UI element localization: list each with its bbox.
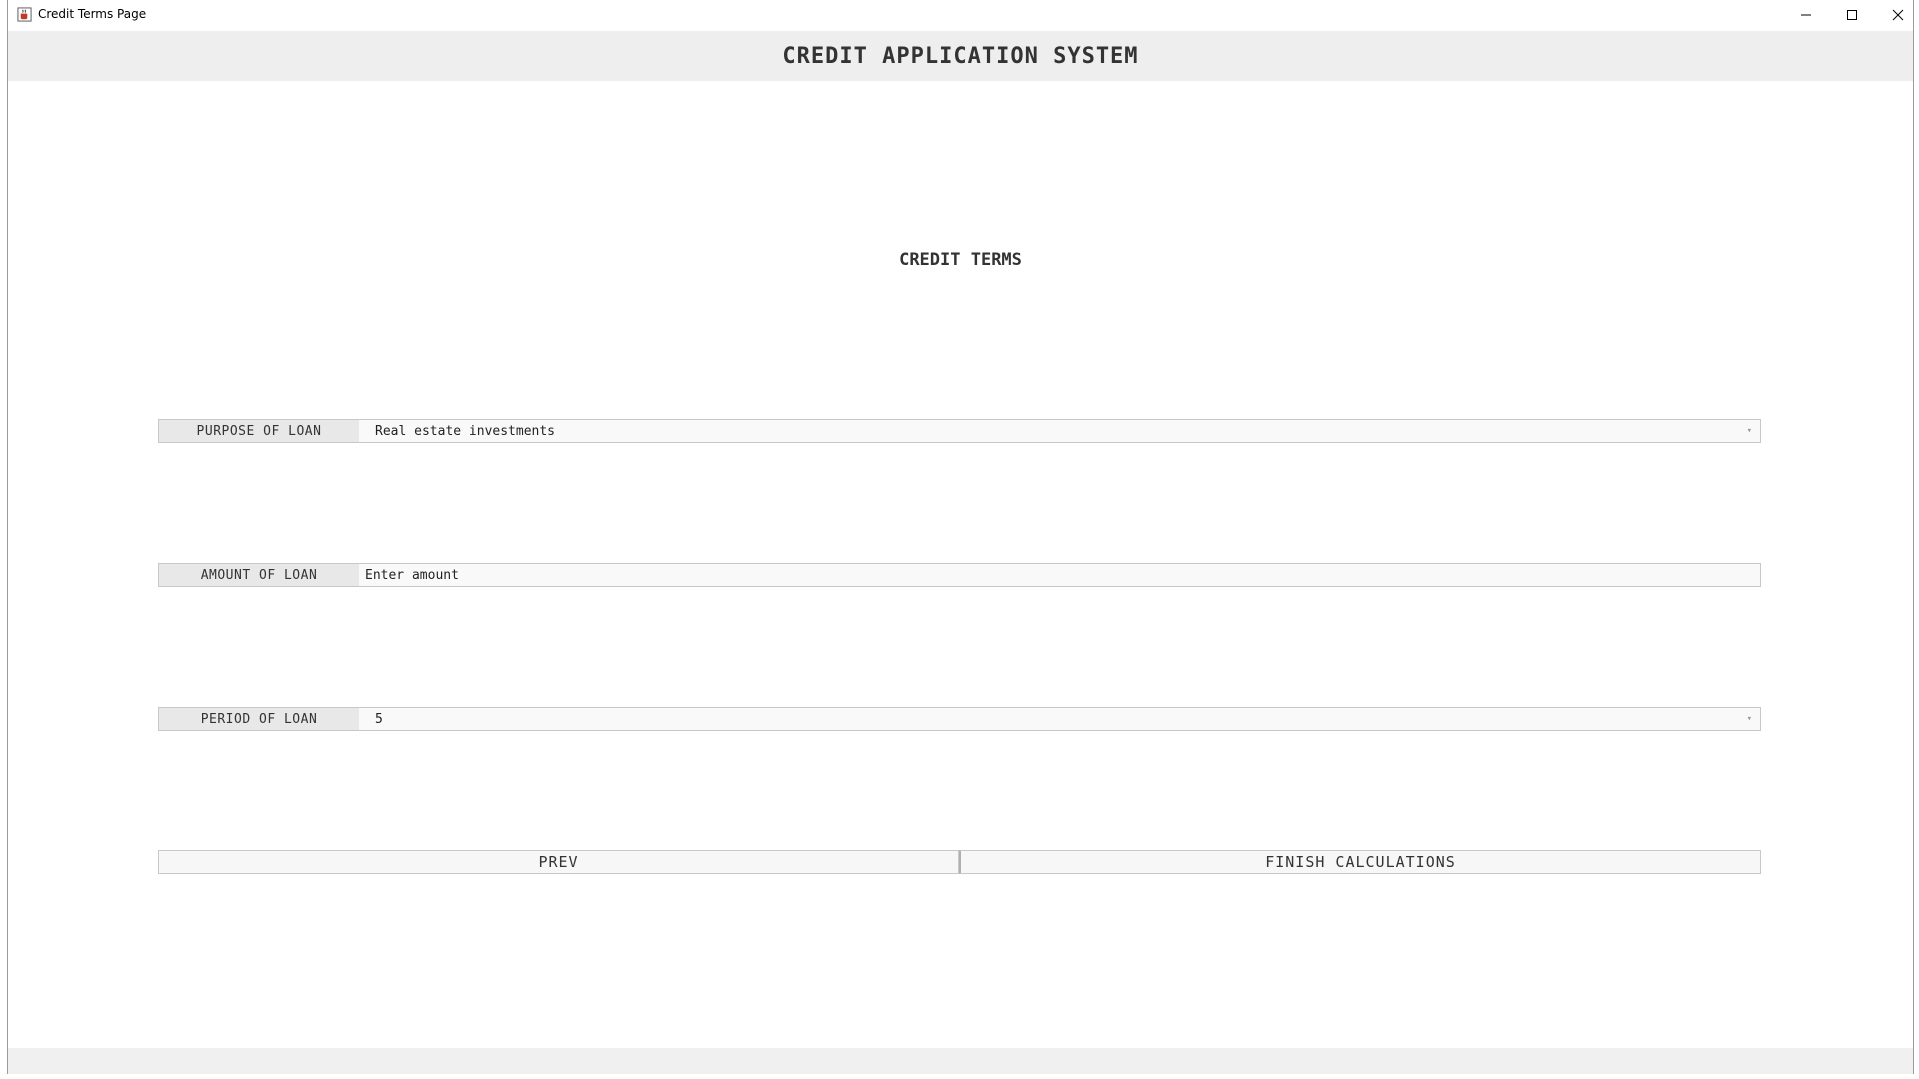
close-icon: [1892, 9, 1904, 21]
amount-of-loan-label: AMOUNT OF LOAN: [159, 564, 359, 586]
period-of-loan-combobox[interactable]: 5 ▾: [359, 708, 1760, 730]
java-cup-icon: [17, 7, 32, 22]
period-of-loan-row: PERIOD OF LOAN 5 ▾: [158, 707, 1761, 731]
bottom-bar: [8, 1048, 1913, 1074]
navigation-buttons: PREV FINISH CALCULATIONS: [158, 850, 1761, 874]
period-of-loan-value: 5: [375, 711, 383, 727]
header-bar: CREDIT APPLICATION SYSTEM: [8, 31, 1913, 81]
purpose-of-loan-value: Real estate investments: [375, 423, 556, 439]
section-title: CREDIT TERMS: [899, 250, 1022, 270]
amount-of-loan-input[interactable]: [359, 563, 1760, 587]
amount-of-loan-row: AMOUNT OF LOAN: [158, 563, 1761, 587]
finish-calculations-button[interactable]: FINISH CALCULATIONS: [959, 850, 1761, 874]
window-title: Credit Terms Page: [38, 7, 147, 21]
title-bar[interactable]: Credit Terms Page: [8, 0, 1913, 30]
dropdown-arrow-icon[interactable]: ▾: [1747, 714, 1760, 724]
maximize-button[interactable]: [1829, 0, 1875, 30]
prev-button[interactable]: PREV: [158, 850, 959, 874]
minimize-icon: [1801, 14, 1811, 16]
app-window: Credit Terms Page CREDIT APPLICATION SYS…: [7, 0, 1914, 1074]
purpose-of-loan-label: PURPOSE OF LOAN: [159, 420, 359, 442]
minimize-button[interactable]: [1783, 0, 1829, 30]
period-of-loan-label: PERIOD OF LOAN: [159, 708, 359, 730]
close-button[interactable]: [1875, 0, 1919, 30]
dropdown-arrow-icon[interactable]: ▾: [1747, 426, 1760, 436]
page-title: CREDIT APPLICATION SYSTEM: [782, 43, 1139, 69]
maximize-icon: [1847, 10, 1857, 20]
purpose-of-loan-combobox[interactable]: Real estate investments ▾: [359, 420, 1760, 442]
amount-of-loan-field[interactable]: [359, 563, 1760, 587]
purpose-of-loan-row: PURPOSE OF LOAN Real estate investments …: [158, 419, 1761, 443]
